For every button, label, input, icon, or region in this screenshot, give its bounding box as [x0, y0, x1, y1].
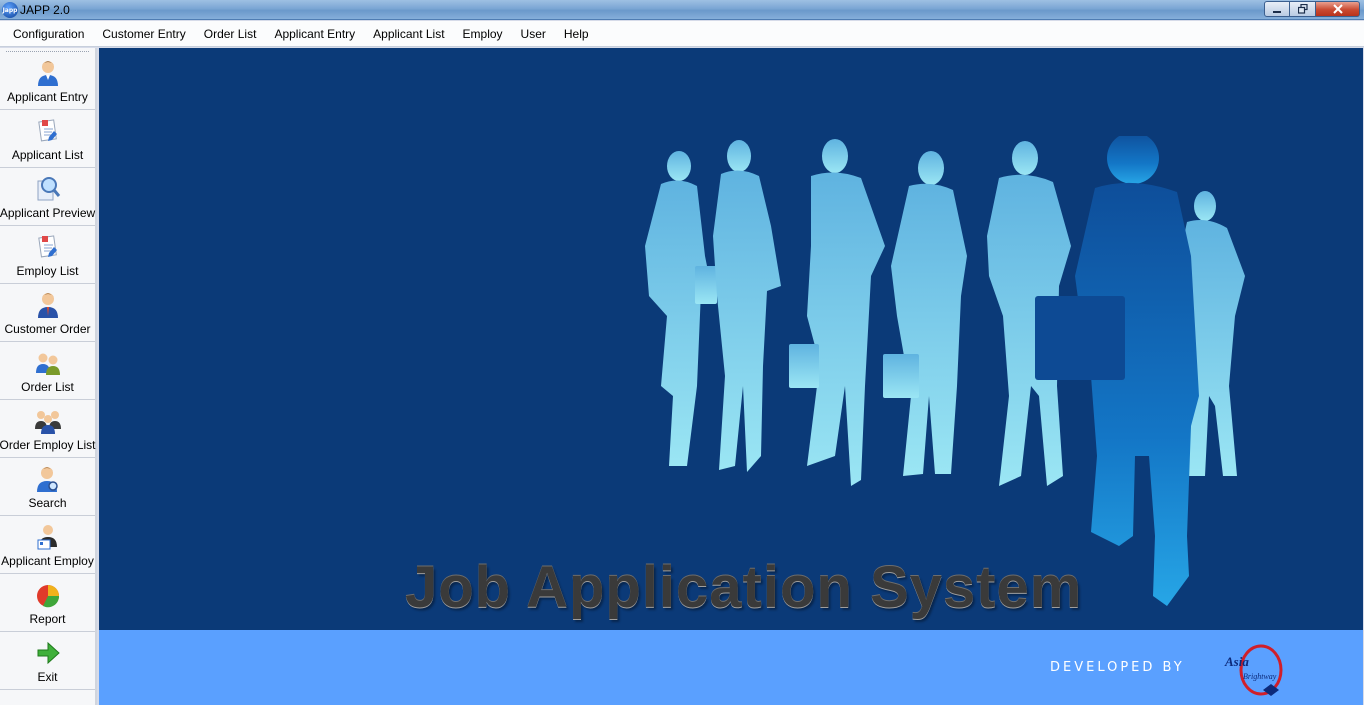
- sidebar-item-applicant-list[interactable]: Applicant List: [0, 110, 95, 168]
- developed-by-label: DEVELOPED BY: [1050, 660, 1185, 675]
- title-bar: Japp JAPP 2.0: [0, 0, 1364, 20]
- sidebar-item-label: Applicant Employ: [1, 554, 94, 568]
- sidebar-item-label: Exit: [37, 670, 58, 684]
- menu-user[interactable]: User: [512, 21, 555, 47]
- people-silhouette-image: [645, 136, 1245, 606]
- document-list-icon: [37, 119, 57, 142]
- document-list-icon: [37, 235, 57, 258]
- close-icon: [1332, 4, 1343, 14]
- magnifier-preview-icon: [37, 177, 60, 201]
- sidebar-item-order-employ-list[interactable]: Order Employ List: [0, 400, 96, 458]
- sidebar-item-label: Customer Order: [4, 322, 91, 336]
- app-icon: Japp: [2, 2, 18, 18]
- menu-order-list[interactable]: Order List: [195, 21, 266, 47]
- sidebar-toolbar: Applicant Entry Applicant List Applicant…: [0, 48, 97, 705]
- close-button[interactable]: [1316, 1, 1360, 17]
- sidebar-item-report[interactable]: Report: [0, 574, 95, 632]
- sidebar-item-order-list[interactable]: Order List: [0, 342, 95, 400]
- menu-applicant-list[interactable]: Applicant List: [364, 21, 453, 47]
- minimize-button[interactable]: [1264, 1, 1290, 17]
- menu-applicant-entry[interactable]: Applicant Entry: [265, 21, 364, 47]
- green-arrow-icon: [37, 641, 60, 665]
- person-search-icon: [36, 467, 58, 492]
- restore-button[interactable]: [1290, 1, 1316, 17]
- person-icon: [37, 61, 58, 86]
- splash-panel: Job Application System DEVELOPED BY Asia…: [99, 48, 1363, 705]
- sidebar-item-label: Order List: [21, 380, 74, 394]
- sidebar-item-label: Employ List: [16, 264, 79, 278]
- window-title: JAPP 2.0: [20, 3, 70, 17]
- sidebar-item-label: Applicant Preview: [0, 206, 96, 220]
- person-card-icon: [37, 525, 57, 550]
- splash-headline: Job Application System: [405, 555, 1083, 620]
- brand-name: Asia: [1225, 654, 1249, 669]
- sidebar-item-label: Applicant List: [11, 148, 84, 162]
- sidebar-item-label: Report: [29, 612, 66, 626]
- menu-configuration[interactable]: Configuration: [4, 21, 93, 47]
- sidebar-item-applicant-entry[interactable]: Applicant Entry: [0, 52, 95, 110]
- sidebar-item-label: Order Employ List: [0, 438, 96, 452]
- pie-chart-icon: [36, 585, 59, 608]
- sidebar-item-search[interactable]: Search: [0, 458, 95, 516]
- sidebar-item-label: Search: [28, 496, 67, 510]
- businessman-icon: [37, 293, 58, 318]
- menu-employ[interactable]: Employ: [454, 21, 512, 47]
- menu-help[interactable]: Help: [555, 21, 598, 47]
- sidebar-item-label: Applicant Entry: [7, 90, 88, 104]
- sidebar-item-applicant-preview[interactable]: Applicant Preview: [0, 168, 95, 226]
- window-controls: [1264, 1, 1360, 17]
- sidebar-item-customer-order[interactable]: Customer Order: [0, 284, 95, 342]
- sidebar-item-exit[interactable]: Exit: [0, 632, 95, 690]
- brand-logo: Asia Brightway: [1221, 642, 1293, 698]
- sidebar-item-employ-list[interactable]: Employ List: [0, 226, 95, 284]
- menu-customer-entry[interactable]: Customer Entry: [93, 21, 194, 47]
- brand-subtitle: Brightway: [1243, 672, 1277, 681]
- restore-icon: [1297, 4, 1308, 14]
- sidebar-item-applicant-employ[interactable]: Applicant Employ: [0, 516, 95, 574]
- brand-logo-ring-icon: [1239, 644, 1283, 696]
- group-people-icon: [34, 411, 61, 434]
- two-people-icon: [35, 353, 60, 375]
- minimize-icon: [1273, 11, 1281, 13]
- app-icon-text: Japp: [2, 6, 18, 14]
- menu-bar: Configuration Customer Entry Order List …: [0, 21, 1364, 47]
